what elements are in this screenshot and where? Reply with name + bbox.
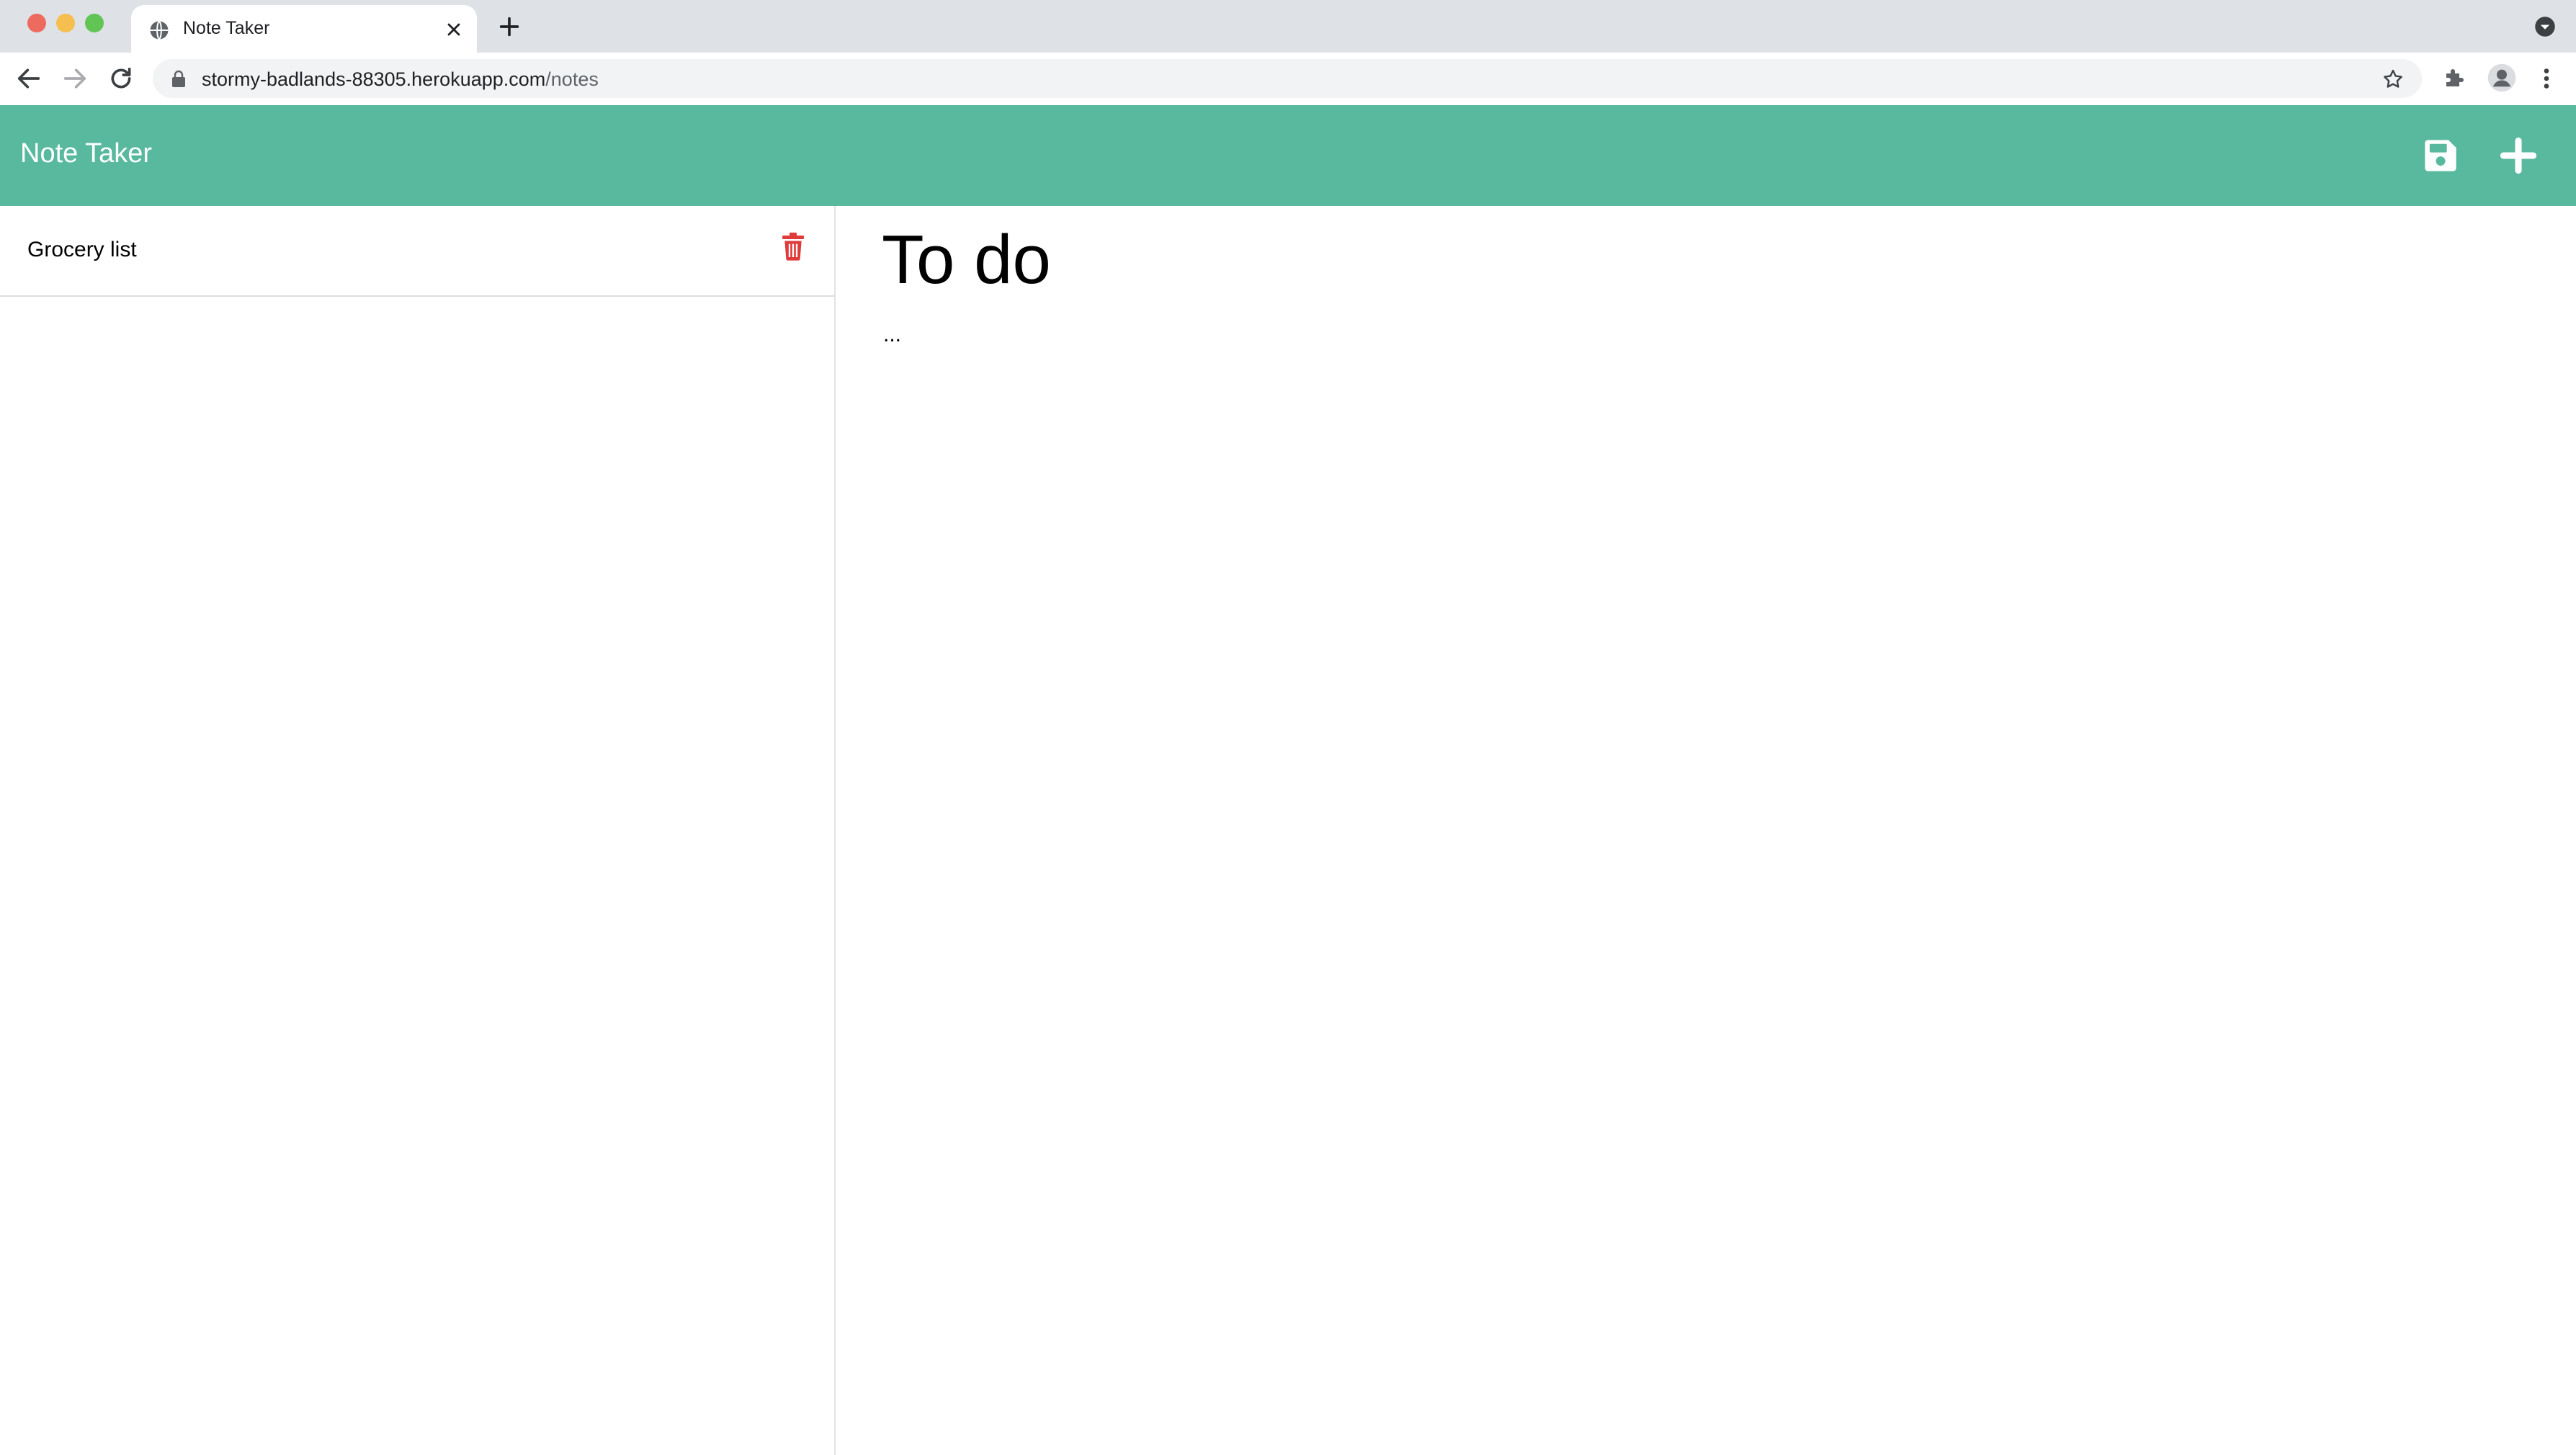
kebab-menu-icon[interactable]: [2536, 66, 2557, 91]
extensions-puzzle-icon[interactable]: [2442, 65, 2468, 91]
bookmark-star-icon[interactable]: [2382, 68, 2405, 91]
note-textarea[interactable]: ...: [883, 323, 901, 347]
new-tab-plus-icon[interactable]: [497, 14, 522, 39]
url-path: /notes: [545, 68, 599, 90]
forward-arrow-icon[interactable]: [61, 64, 89, 93]
browser-tab-strip: Note Taker: [0, 0, 2576, 53]
window-minimize-button[interactable]: [56, 14, 75, 32]
globe-icon: [150, 20, 169, 40]
browser-tab[interactable]: Note Taker: [131, 5, 477, 53]
app-navbar: Note Taker: [0, 105, 2576, 206]
trash-icon[interactable]: [781, 232, 805, 261]
reload-icon[interactable]: [107, 64, 135, 93]
tab-title: Note Taker: [183, 18, 270, 38]
address-bar[interactable]: stormy-badlands-88305.herokuapp.com/note…: [153, 59, 2422, 98]
tab-search-icon[interactable]: [2534, 16, 2556, 37]
new-note-plus-icon[interactable]: [2500, 137, 2537, 174]
notes-list: Grocery list: [0, 206, 836, 1455]
url-host: stormy-badlands-88305.herokuapp.com: [202, 68, 546, 90]
profile-avatar-icon[interactable]: [2487, 63, 2517, 93]
note-list-title[interactable]: Grocery list: [27, 238, 137, 262]
window-zoom-button[interactable]: [85, 14, 104, 32]
list-item[interactable]: Grocery list: [0, 206, 834, 297]
back-arrow-icon[interactable]: [14, 64, 43, 93]
lock-icon[interactable]: [170, 69, 187, 88]
url-text[interactable]: stormy-badlands-88305.herokuapp.com/note…: [202, 68, 599, 91]
window-close-button[interactable]: [27, 14, 46, 32]
browser-toolbar: stormy-badlands-88305.herokuapp.com/note…: [0, 53, 2576, 106]
app-brand[interactable]: Note Taker: [20, 138, 152, 169]
close-tab-icon[interactable]: [444, 19, 464, 40]
note-title-input[interactable]: To do: [882, 220, 2467, 300]
save-note-icon[interactable]: [2422, 137, 2459, 174]
